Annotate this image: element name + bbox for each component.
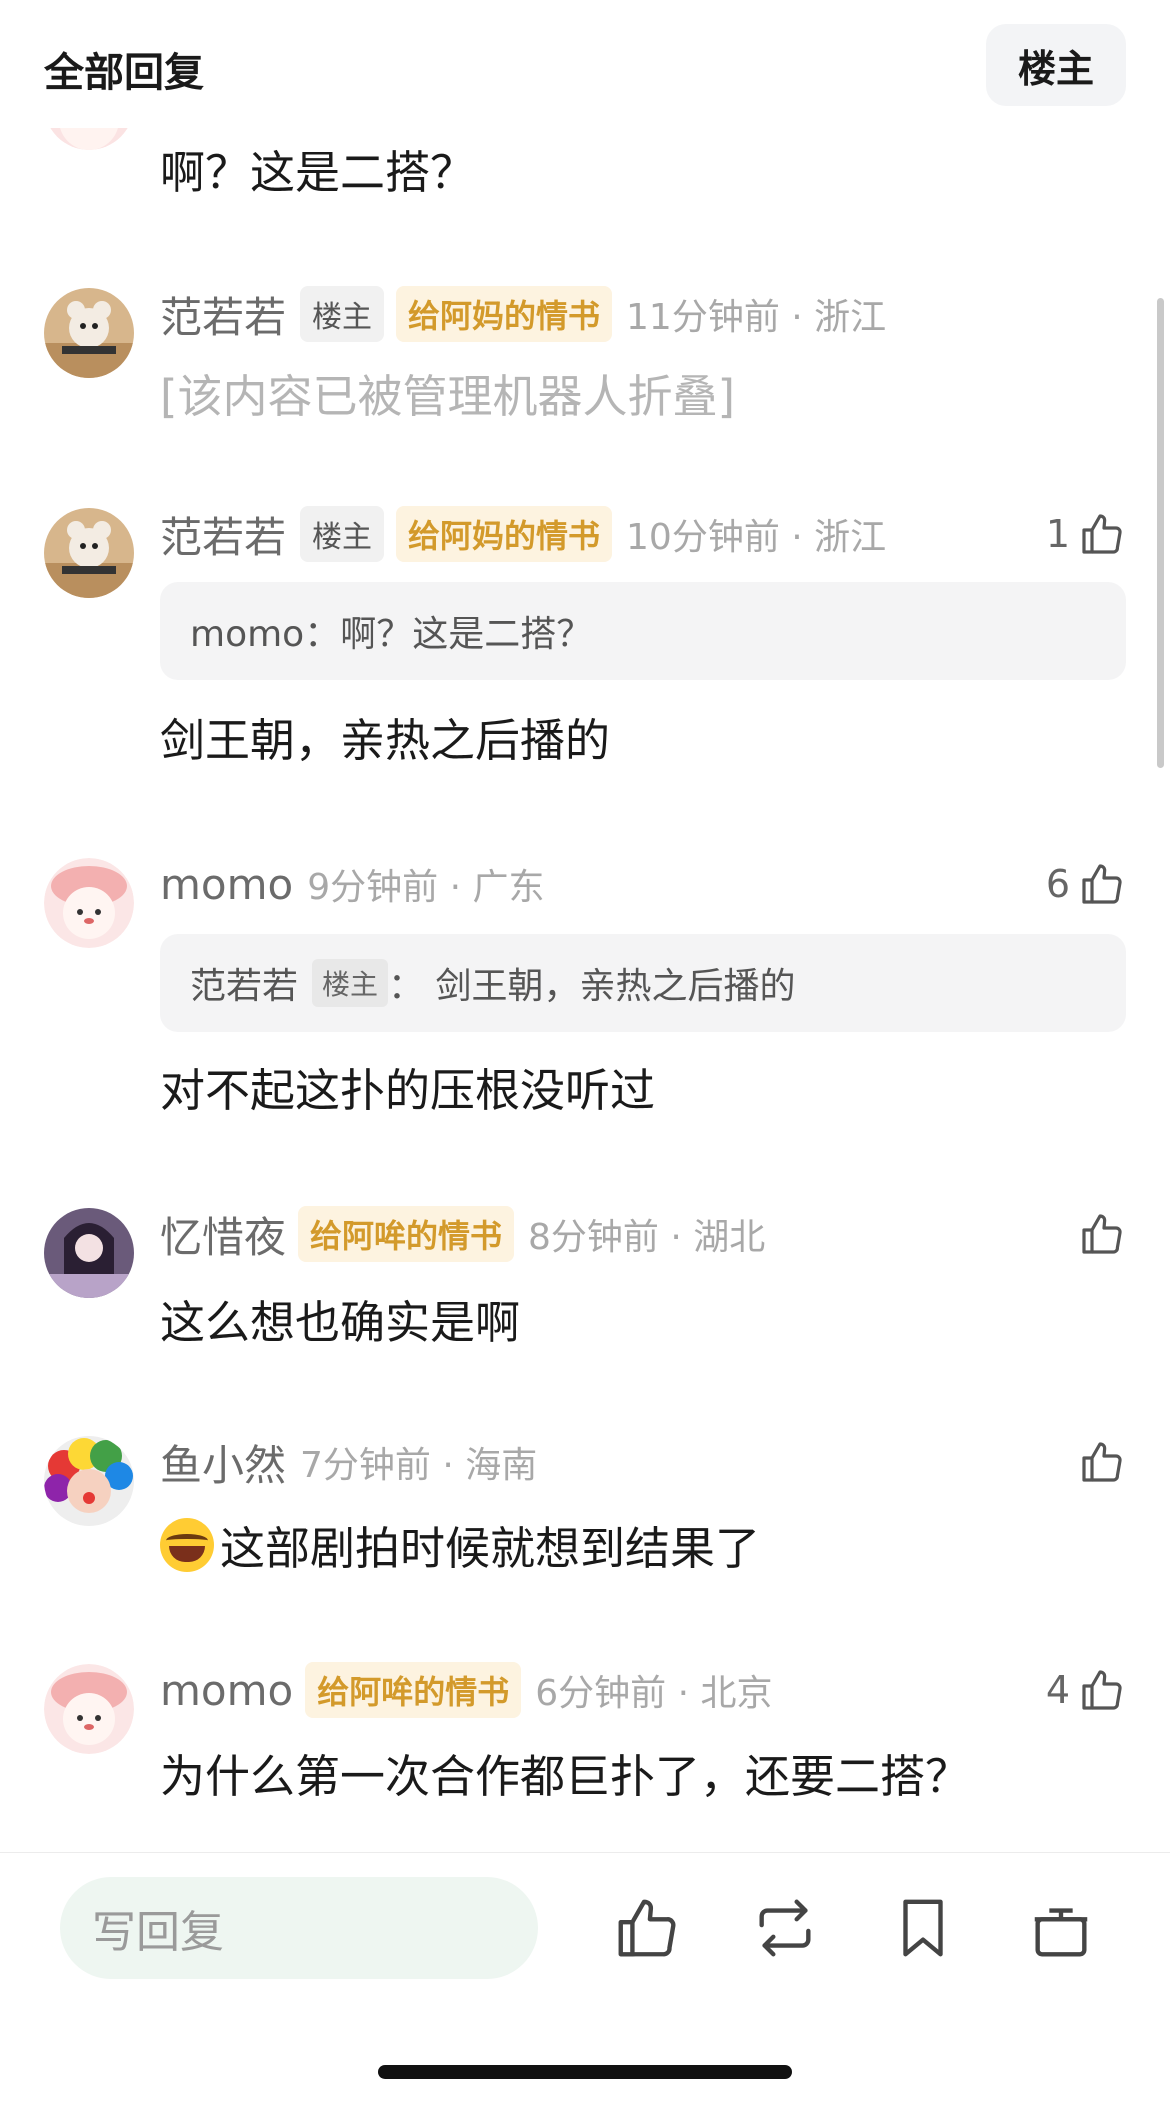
- comment-content: 这么想也确实是啊: [160, 1296, 521, 1349]
- bookmark-icon[interactable]: [888, 1893, 958, 1963]
- user-name[interactable]: 鱼小然: [160, 1432, 286, 1493]
- comment-meta: momo 9分钟前 · 广东: [160, 854, 544, 914]
- header: 全部回复 楼主: [0, 0, 1170, 128]
- thumbs-up-icon: [1082, 514, 1122, 554]
- avatar[interactable]: [44, 508, 134, 598]
- like-button[interactable]: [1078, 1432, 1126, 1492]
- gift-icon[interactable]: [1026, 1893, 1096, 1963]
- fan-tag: 给阿哞的情书: [298, 1206, 515, 1262]
- avatar[interactable]: [44, 1208, 134, 1298]
- avatar[interactable]: [44, 288, 134, 378]
- like-count: 1: [1045, 512, 1070, 556]
- like-button[interactable]: 4: [1046, 1660, 1126, 1720]
- comment-time: 7分钟前 · 海南: [300, 1445, 538, 1486]
- comment-time: 8分钟前 · 湖北: [528, 1217, 766, 1258]
- page-title: 全部回复: [44, 50, 204, 96]
- quoted-reply[interactable]: 范若若 楼主 ： 剑王朝，亲热之后播的: [160, 934, 1126, 1032]
- thumbs-up-icon: [1082, 1214, 1122, 1254]
- fan-tag: 给阿妈的情书: [396, 506, 613, 562]
- comment-content: 为什么第一次合作都巨扑了，还要二搭？: [160, 1750, 971, 1803]
- like-button[interactable]: [1078, 1204, 1126, 1264]
- comment-time: 10分钟前 · 浙江: [626, 517, 887, 558]
- user-name[interactable]: 范若若: [160, 284, 286, 345]
- host-badge: 楼主: [300, 286, 385, 342]
- like-button[interactable]: 6: [1046, 854, 1126, 914]
- comment-content: 这部剧拍时候就想到结果了: [160, 1512, 760, 1577]
- bottom-action-bar: 写回复: [0, 1852, 1170, 2105]
- like-button[interactable]: 1: [1046, 504, 1126, 564]
- user-name[interactable]: 忆惜夜: [160, 1204, 286, 1265]
- comment-meta: 范若若 楼主 给阿妈的情书 11分钟前 · 浙江: [160, 284, 886, 344]
- folded-content: [该内容已被管理机器人折叠]: [160, 370, 736, 423]
- user-name[interactable]: momo: [160, 1666, 293, 1715]
- quoted-reply[interactable]: momo：啊？这是二搭？: [160, 582, 1126, 680]
- reply-input[interactable]: 写回复: [60, 1877, 538, 1979]
- comment-meta: 范若若 楼主 给阿妈的情书 10分钟前 · 浙江: [160, 504, 886, 564]
- thumbs-up-icon: [1082, 864, 1122, 904]
- user-name[interactable]: 范若若: [160, 504, 286, 565]
- comment-time: 11分钟前 · 浙江: [626, 297, 887, 338]
- quoted-text: ： 剑王朝，亲热之后播的: [388, 966, 796, 1007]
- home-indicator: [378, 2065, 792, 2079]
- host-only-button[interactable]: 楼主: [986, 24, 1126, 106]
- user-name[interactable]: momo: [160, 860, 293, 909]
- comment-content: 啊？这是二搭？: [160, 146, 476, 199]
- thumbs-up-icon: [1082, 1442, 1122, 1482]
- avatar[interactable]: [44, 858, 134, 948]
- comment-content: 对不起这扑的压根没听过: [160, 1064, 656, 1117]
- fan-tag: 给阿妈的情书: [396, 286, 613, 342]
- comment-time: 9分钟前 · 广东: [307, 867, 545, 908]
- avatar[interactable]: [44, 1664, 134, 1754]
- host-badge: 楼主: [300, 506, 385, 562]
- quoted-host-badge: 楼主: [312, 959, 389, 1007]
- avatar[interactable]: [44, 1436, 134, 1526]
- quoted-user-name: 范若若: [190, 966, 299, 1007]
- comment-time: 6分钟前 · 北京: [535, 1673, 773, 1714]
- thumbs-up-icon[interactable]: [612, 1893, 682, 1963]
- scrollbar[interactable]: [1157, 298, 1164, 768]
- like-count: 4: [1045, 1668, 1070, 1712]
- comment-meta: momo 给阿哞的情书 6分钟前 · 北京: [160, 1660, 772, 1720]
- fan-tag: 给阿哞的情书: [305, 1662, 522, 1718]
- repost-icon[interactable]: [750, 1893, 820, 1963]
- comment-content: 剑王朝，亲热之后播的: [160, 714, 611, 767]
- like-count: 6: [1045, 862, 1070, 906]
- thumbs-up-icon: [1082, 1670, 1122, 1710]
- comment-text: 这部剧拍时候就想到结果了: [220, 1522, 761, 1575]
- comment-meta: 鱼小然 7分钟前 · 海南: [160, 1432, 537, 1492]
- comment-meta: 忆惜夜 给阿哞的情书 8分钟前 · 湖北: [160, 1204, 765, 1264]
- laugh-cry-emoji-icon: [160, 1518, 214, 1572]
